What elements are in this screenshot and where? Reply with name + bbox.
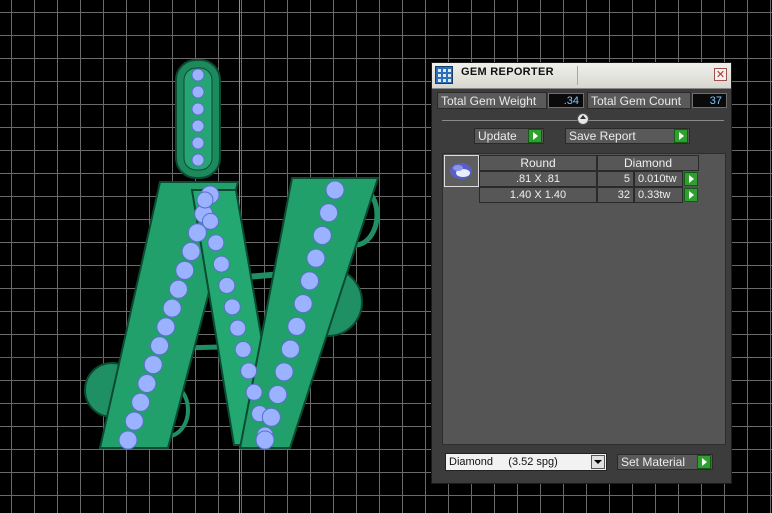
gem-stone — [229, 319, 247, 337]
total-gem-weight-label: Total Gem Weight — [437, 92, 547, 109]
gem-stone — [124, 411, 144, 431]
set-material-button[interactable]: Set Material — [617, 454, 713, 470]
gem-stone — [280, 339, 300, 359]
gem-stone — [191, 85, 205, 99]
gem-stone — [168, 279, 188, 299]
gem-stone — [156, 317, 176, 337]
gem-stone — [274, 362, 294, 382]
gem-stone — [325, 180, 345, 200]
gem-stone — [181, 242, 201, 262]
title-bar[interactable]: GEM REPORTER ✕ — [432, 63, 731, 89]
pendant-model[interactable] — [84, 59, 380, 450]
set-material-button-label: Set Material — [621, 455, 686, 469]
material-select[interactable]: Diamond (3.52 spg) — [445, 453, 607, 471]
gem-stone — [312, 225, 332, 245]
gem-count: 32 — [597, 187, 634, 203]
gem-weight: 0.010tw — [634, 171, 683, 187]
gem-stone — [300, 271, 320, 291]
gem-stone — [223, 298, 241, 316]
gem-stone — [245, 383, 263, 401]
gem-stone — [207, 234, 225, 252]
gem-stone — [191, 153, 205, 167]
round-gem-icon — [444, 155, 479, 187]
play-arrow-icon — [528, 129, 542, 143]
gem-size: .81 X .81 — [479, 171, 597, 187]
play-arrow-icon — [697, 455, 711, 469]
update-button-label: Update — [478, 129, 517, 143]
gem-stone — [175, 260, 195, 280]
gem-stone — [268, 385, 288, 405]
gem-size: 1.40 X 1.40 — [479, 187, 597, 203]
gem-stone — [306, 248, 326, 268]
column-header-material: Diamond — [597, 155, 699, 171]
gem-reporter-app-icon — [435, 66, 453, 84]
total-gem-count-label: Total Gem Count — [587, 92, 691, 109]
gem-stone — [218, 276, 236, 294]
gem-stone — [261, 407, 281, 427]
total-gem-count-value: 37 — [692, 93, 727, 108]
play-arrow-icon[interactable] — [684, 172, 698, 186]
gem-count: 5 — [597, 171, 634, 187]
gem-stone — [191, 119, 205, 133]
gem-stone — [240, 362, 258, 380]
gem-stone — [212, 255, 230, 273]
gem-reporter-panel: GEM REPORTER ✕ Total Gem Weight .34 Tota… — [431, 62, 732, 484]
gem-stone — [191, 136, 205, 150]
gem-stone — [162, 298, 182, 318]
title-divider — [577, 66, 578, 85]
gem-stone — [293, 294, 313, 314]
gem-stone — [150, 336, 170, 356]
gem-weight: 0.33tw — [634, 187, 683, 203]
material-selected-value: Diamond (3.52 spg) — [449, 456, 558, 468]
save-report-button-label: Save Report — [569, 129, 636, 143]
gem-stone — [234, 341, 252, 359]
gem-list[interactable]: Round Diamond .81 X .81 5 0.010tw 1.40 X… — [442, 153, 726, 445]
total-gem-weight-value: .34 — [548, 93, 584, 108]
gem-stone — [287, 316, 307, 336]
play-arrow-icon[interactable] — [684, 188, 698, 202]
gem-stone — [319, 203, 339, 223]
save-report-button[interactable]: Save Report — [565, 128, 690, 144]
gem-stone — [196, 191, 214, 209]
chevron-down-icon[interactable] — [591, 455, 605, 469]
gem-stone — [255, 430, 275, 450]
close-icon[interactable]: ✕ — [714, 68, 727, 81]
update-button[interactable]: Update — [474, 128, 544, 144]
slider-handle[interactable] — [577, 113, 589, 125]
gem-stone — [191, 102, 205, 116]
gem-stone — [191, 68, 205, 82]
panel-title: GEM REPORTER — [461, 66, 554, 78]
gem-stone — [131, 392, 151, 412]
gem-stone — [118, 430, 138, 450]
gem-stone — [201, 212, 219, 230]
gem-stone — [143, 355, 163, 375]
gem-stone — [137, 373, 157, 393]
column-header-cut: Round — [479, 155, 597, 171]
play-arrow-icon — [674, 129, 688, 143]
